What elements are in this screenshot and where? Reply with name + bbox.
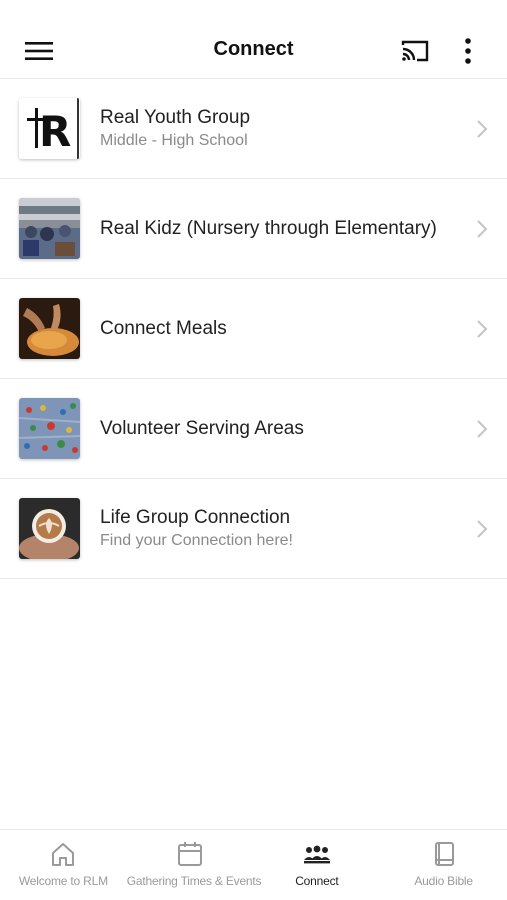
- tab-label: Welcome to RLM: [18, 874, 108, 888]
- connect-meals-photo: [19, 298, 80, 359]
- bottom-tab-bar: Welcome to RLM Gathering Times & Events …: [0, 829, 507, 900]
- app-bar: Connect: [0, 22, 507, 79]
- tab-connect[interactable]: Connect: [254, 830, 381, 900]
- tab-audio-bible[interactable]: Audio Bible: [380, 830, 507, 900]
- list-item-title: Life Group Connection: [100, 507, 291, 528]
- chevron-right-icon: [477, 520, 488, 538]
- list-item-life-group-connection[interactable]: Life Group Connection Find your Connecti…: [0, 479, 507, 579]
- tab-label: Audio Bible: [414, 874, 473, 888]
- real-youth-logo: R: [19, 98, 80, 159]
- cast-icon[interactable]: [396, 36, 434, 66]
- list-item-subtitle: Find your Connection here!: [100, 532, 293, 549]
- life-group-photo: [19, 498, 80, 559]
- list-item-title: Volunteer Serving Areas: [100, 417, 304, 439]
- tab-gathering-times[interactable]: Gathering Times & Events: [126, 830, 262, 900]
- group-icon: [303, 845, 330, 864]
- logo-text: R: [39, 107, 71, 156]
- list-item-real-kidz[interactable]: Real Kidz (Nursery through Elementary): [0, 179, 507, 279]
- tab-label: Connect: [295, 874, 339, 888]
- home-icon: [52, 843, 75, 866]
- book-icon: [434, 842, 454, 866]
- tab-label: Gathering Times & Events: [126, 874, 262, 888]
- list-item-title: Connect Meals: [100, 317, 227, 339]
- connect-list: R Real Youth Group Middle - High School: [0, 79, 507, 579]
- calendar-icon: [178, 842, 203, 866]
- list-item-subtitle: Middle - High School: [100, 132, 248, 149]
- chevron-right-icon: [477, 220, 488, 238]
- list-item-volunteer-serving-areas[interactable]: Volunteer Serving Areas: [0, 379, 507, 479]
- more-vertical-icon[interactable]: [452, 34, 484, 68]
- tab-welcome[interactable]: Welcome to RLM: [0, 830, 127, 900]
- list-item-real-youth-group[interactable]: R Real Youth Group Middle - High School: [0, 79, 507, 179]
- status-bar: [0, 0, 507, 22]
- real-kidz-photo: [19, 198, 80, 259]
- list-item-title: Real Youth Group: [100, 107, 251, 128]
- volunteer-photo: [19, 398, 80, 459]
- chevron-right-icon: [477, 420, 488, 438]
- chevron-right-icon: [477, 120, 488, 138]
- chevron-right-icon: [477, 320, 488, 338]
- list-item-title: Real Kidz (Nursery through Elementary): [100, 217, 437, 239]
- list-item-connect-meals[interactable]: Connect Meals: [0, 279, 507, 379]
